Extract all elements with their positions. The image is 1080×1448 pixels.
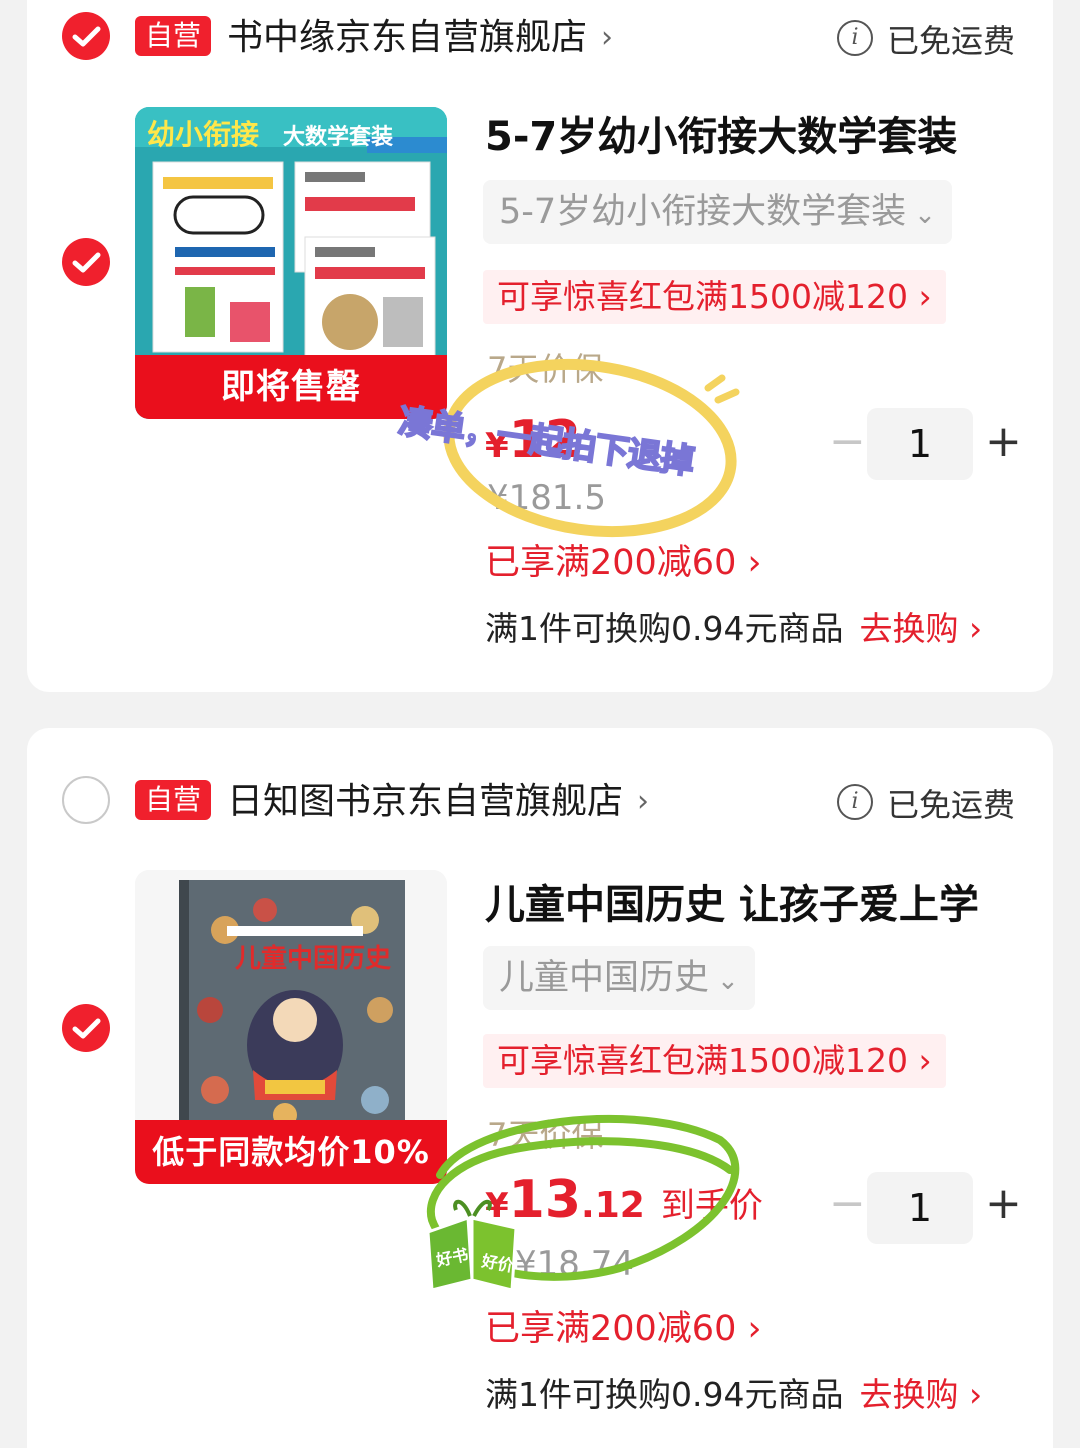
chevron-down-icon: ⌄ [914,200,936,230]
price-guarantee: 7天价保 [487,350,604,388]
chevron-right-icon: › [637,784,650,819]
exchange-link[interactable]: 去换购 › [859,609,982,648]
quantity-minus-button[interactable]: − [829,416,866,467]
product-image[interactable]: 幼小衔接 大数学套装 即将售罄 [135,107,447,419]
chevron-down-icon: ⌄ [717,966,739,996]
promo-banner[interactable]: 可享惊喜红包满1500减120 › [483,270,946,324]
info-icon[interactable]: i [837,20,873,56]
original-price: ¥181.5 [487,478,606,518]
exchange-text: 满1件可换购0.94元商品 [485,609,844,648]
chevron-right-icon: › [601,20,614,55]
exchange-link[interactable]: 去换购 › [859,1375,982,1414]
product-title[interactable]: 儿童中国历史 让孩子爱上学 [485,872,979,930]
price: ¥12 [485,410,581,470]
cover-title: 幼小衔接 [147,118,260,151]
cover-title: 儿童中国历史 [235,944,392,974]
free-shipping-label: 已免运费 [887,22,1016,60]
store-checkbox-checked-icon[interactable] [62,12,110,60]
quantity-input[interactable]: 1 [867,1172,973,1244]
variant-label: 儿童中国历史 [499,958,710,998]
exchange-offer: 满1件可换购0.94元商品 去换购 › [485,602,982,650]
free-shipping-label: 已免运费 [887,786,1016,824]
final-price-label: 到手价 [660,1186,763,1226]
exchange-text: 满1件可换购0.94元商品 [485,1375,844,1414]
store-name-link[interactable]: 日知图书京东自营旗舰店 › [227,772,649,824]
sellout-label: 即将售罄 [135,355,447,419]
store-checkbox-unchecked-icon[interactable] [62,776,110,824]
item-checkbox-checked-icon[interactable] [62,1004,110,1052]
store-name: 书中缘京东自营旗舰店 [227,17,588,58]
self-operated-badge: 自营 [135,16,212,56]
store-name: 日知图书京东自营旗舰店 [227,781,624,822]
promo-banner[interactable]: 可享惊喜红包满1500减120 › [483,1034,946,1088]
discount-applied-link[interactable]: 已享满200减60 › [485,1300,761,1351]
quantity-plus-button[interactable]: + [985,1178,1022,1229]
quantity-minus-button[interactable]: − [829,1178,866,1229]
price-compare-label: 低于同款均价10% [135,1120,447,1184]
price-currency: ¥ [485,1186,509,1226]
exchange-offer: 满1件可换购0.94元商品 去换购 › [485,1368,982,1416]
price-currency: ¥ [485,426,509,466]
original-price: ¥18.74 [515,1244,634,1284]
variant-selector[interactable]: 儿童中国历史 ⌄ [483,946,755,1010]
price: ¥13.12 到手价 [485,1170,763,1230]
quantity-plus-button[interactable]: + [985,416,1022,467]
quantity-input[interactable]: 1 [867,408,973,480]
price-integer: 12 [508,410,582,470]
discount-applied-link[interactable]: 已享满200减60 › [485,534,761,585]
store-card: 自营 书中缘京东自营旗舰店 › i 已免运费 幼小衔接 大数学套装 即将售罄 5… [27,0,1053,692]
cover-subtitle: 大数学套装 [283,125,394,150]
info-icon[interactable]: i [837,784,873,820]
self-operated-badge: 自营 [135,780,212,820]
item-checkbox-checked-icon[interactable] [62,238,110,286]
product-title[interactable]: 5-7岁幼小衔接大数学套装 [485,104,957,162]
variant-label: 5-7岁幼小衔接大数学套装 [499,192,907,232]
price-integer: 13 [508,1170,582,1230]
store-name-link[interactable]: 书中缘京东自营旗舰店 › [227,8,613,60]
variant-selector[interactable]: 5-7岁幼小衔接大数学套装 ⌄ [483,180,952,244]
price-guarantee: 7天价保 [487,1116,604,1154]
price-decimal: .12 [581,1185,645,1226]
store-card: 自营 日知图书京东自营旗舰店 › i 已免运费 儿童中国历史 低于同款均价10% … [27,728,1053,1448]
product-image[interactable]: 儿童中国历史 低于同款均价10% [135,870,447,1184]
